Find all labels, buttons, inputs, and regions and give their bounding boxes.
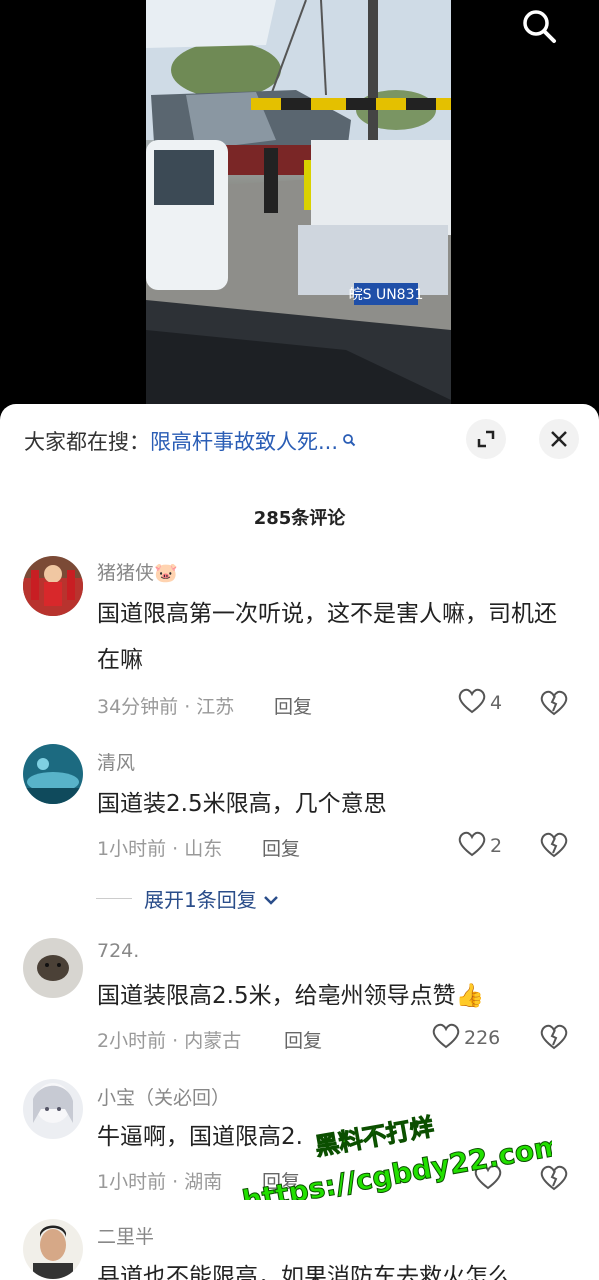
reply-button[interactable]: 回复	[262, 834, 300, 861]
hot-search[interactable]: 大家都在搜：限高杆事故致人死...	[24, 426, 356, 456]
avatar[interactable]	[23, 1219, 83, 1279]
reply-button[interactable]: 回复	[274, 692, 312, 719]
comment-meta: 1小时前 · 山东	[97, 838, 223, 860]
comment-sheet: 大家都在搜：限高杆事故致人死... 285条评论 猪猪侠🐷 国道限高第一次听说，…	[0, 404, 599, 1280]
dislike-icon[interactable]	[540, 1165, 568, 1193]
like-count: 4	[490, 692, 503, 714]
like-count: 226	[464, 1027, 501, 1049]
comment-count-title: 285条评论	[253, 508, 346, 529]
heart-icon	[432, 1023, 460, 1053]
hot-search-query[interactable]: 限高杆事故致人死...	[150, 430, 338, 454]
username[interactable]: 猪猪侠🐷	[97, 558, 178, 585]
video-scene: 皖S UN831	[146, 0, 451, 412]
divider	[96, 898, 132, 899]
comment-meta: 1小时前 · 湖南	[97, 1171, 223, 1193]
comment-text: 国道装2.5米限高，几个意思	[97, 791, 387, 817]
like-button[interactable]: 4	[458, 688, 502, 718]
heart-icon	[474, 1164, 502, 1194]
reply-button[interactable]: 回复	[262, 1167, 300, 1194]
dislike-icon[interactable]	[540, 832, 568, 860]
comment-meta: 2小时前 · 内蒙古	[97, 1030, 242, 1052]
comment-text: 牛逼啊，国道限高2.	[97, 1124, 303, 1150]
expand-replies-button[interactable]: 展开1条回复	[96, 884, 279, 913]
heart-icon	[458, 831, 486, 861]
comment-text: 国道装限高2.5米，给亳州领导点赞👍	[97, 983, 485, 1009]
username[interactable]: 二里半	[97, 1222, 154, 1249]
username[interactable]: 724.	[97, 940, 139, 962]
dislike-icon[interactable]	[540, 1024, 568, 1052]
avatar[interactable]	[23, 938, 83, 998]
like-button[interactable]	[474, 1164, 506, 1194]
username[interactable]: 小宝（关必回）	[97, 1083, 230, 1110]
expand-replies-label: 展开1条回复	[144, 888, 257, 912]
username[interactable]: 清风	[97, 748, 135, 775]
avatar[interactable]	[23, 744, 83, 804]
close-icon[interactable]	[539, 419, 579, 459]
comment-text: 县道也不能限高，如果消防车去救火怎么	[97, 1264, 511, 1280]
avatar[interactable]	[23, 556, 83, 616]
comment-meta: 34分钟前 · 江苏	[97, 696, 235, 718]
like-count: 2	[490, 835, 503, 857]
plate-text: 皖S UN831	[349, 287, 424, 303]
like-button[interactable]: 2	[458, 831, 502, 861]
video-frame[interactable]: 皖S UN831	[146, 0, 451, 412]
chevron-down-icon	[263, 887, 279, 911]
comment-text: 国道限高第一次听说，这不是害人嘛，司机还在嘛	[97, 601, 557, 673]
dislike-icon[interactable]	[540, 690, 568, 718]
hot-search-prefix: 大家都在搜：	[24, 430, 150, 454]
search-icon[interactable]	[519, 6, 559, 46]
expand-icon[interactable]	[466, 419, 506, 459]
small-search-icon	[342, 428, 356, 452]
heart-icon	[458, 688, 486, 718]
avatar[interactable]	[23, 1079, 83, 1139]
like-button[interactable]: 226	[432, 1023, 500, 1053]
video-player[interactable]: 皖S UN831	[0, 0, 599, 412]
reply-button[interactable]: 回复	[284, 1026, 322, 1053]
